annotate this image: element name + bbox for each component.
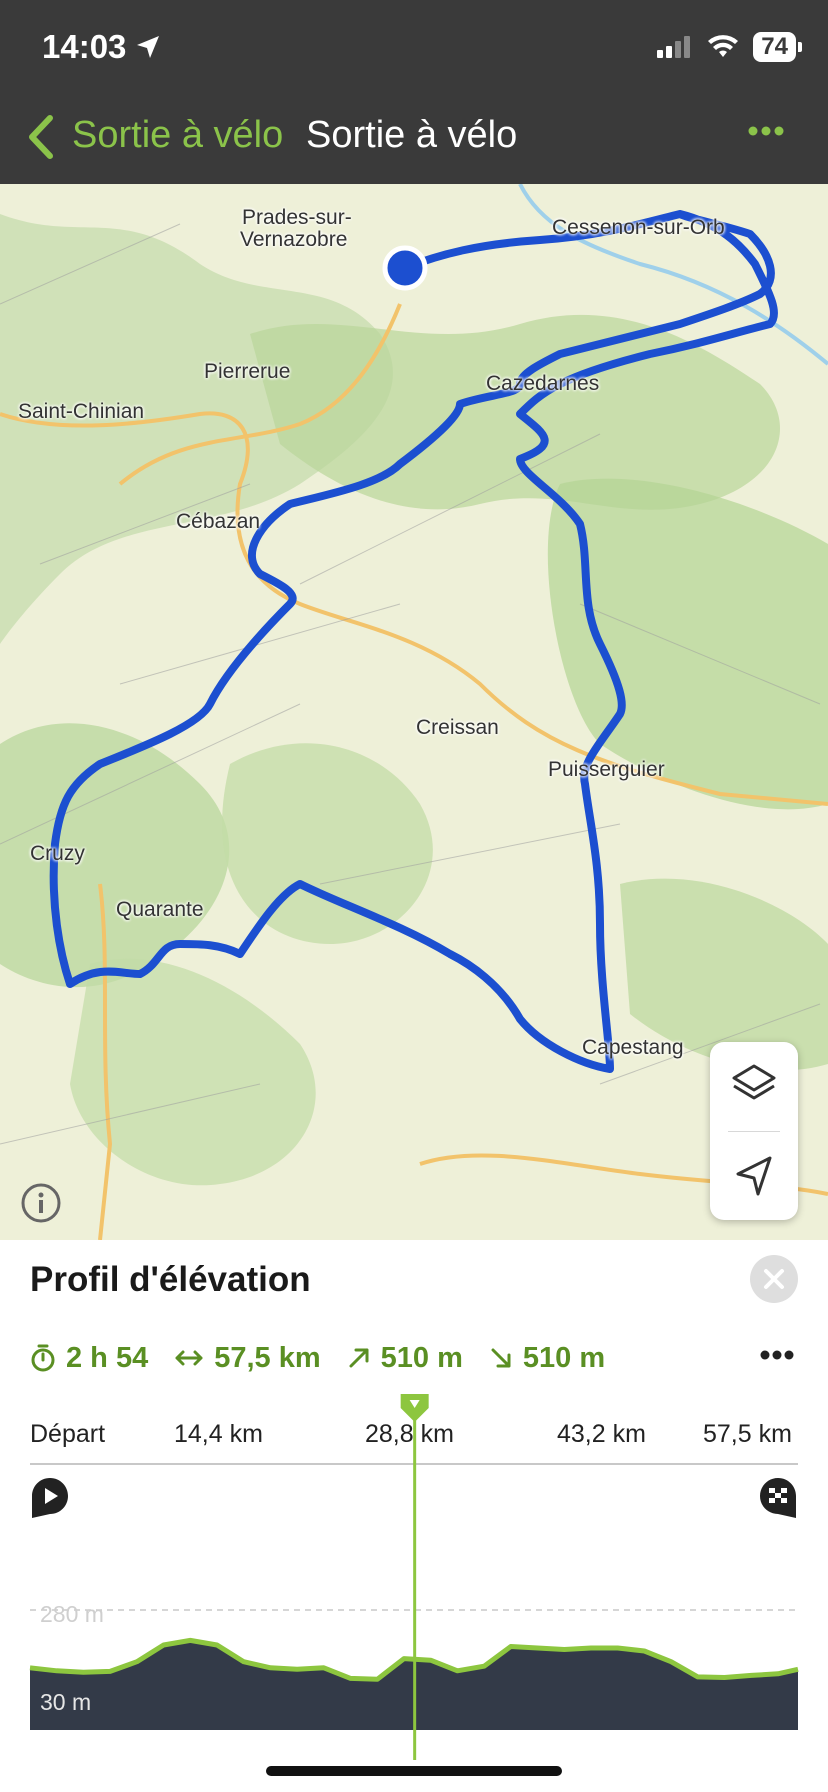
place-label: Cruzy bbox=[30, 842, 85, 865]
elevation-chart[interactable]: 280 m 30 m bbox=[0, 1390, 828, 1770]
descent-arrow-icon bbox=[491, 1348, 511, 1368]
distance-stat: 57,5 km bbox=[174, 1341, 321, 1375]
place-label: Prades-sur- bbox=[242, 206, 352, 229]
close-button[interactable] bbox=[750, 1255, 798, 1303]
status-time: 14:03 bbox=[42, 28, 127, 65]
map-controls bbox=[710, 1042, 798, 1220]
cellular-signal-icon bbox=[657, 36, 691, 58]
battery-indicator: 74 bbox=[753, 32, 802, 62]
place-label: Creissan bbox=[416, 716, 499, 739]
route-line bbox=[49, 210, 778, 1073]
duration-value: 2 h 54 bbox=[66, 1341, 149, 1374]
ascent-value: 510 m bbox=[380, 1341, 463, 1374]
distance-value: 57,5 km bbox=[214, 1341, 321, 1374]
route-map[interactable]: Prades-sur- Vernazobre Cessenon-sur-Orb … bbox=[0, 184, 828, 1240]
place-label: Vernazobre bbox=[240, 228, 348, 251]
top-bar: 14:03 74 Sortie à vélo Sortie à vélo bbox=[0, 0, 828, 184]
place-label: Cessenon-sur-Orb bbox=[552, 216, 725, 239]
place-label: Cazedarnes bbox=[486, 372, 600, 395]
more-options-icon[interactable] bbox=[748, 126, 784, 136]
stopwatch-icon bbox=[31, 1344, 55, 1372]
duration-stat: 2 h 54 bbox=[30, 1342, 148, 1375]
descent-value: 510 m bbox=[522, 1341, 606, 1374]
info-icon[interactable] bbox=[20, 1182, 62, 1224]
page-title: Sortie à vélo bbox=[306, 114, 518, 156]
ascent-stat: 510 m bbox=[347, 1342, 463, 1375]
y-tick-label: 280 m bbox=[40, 1601, 104, 1627]
stats-more-icon[interactable] bbox=[760, 1350, 794, 1360]
place-label: Pierrerue bbox=[204, 360, 291, 383]
place-label: Saint-Chinian bbox=[18, 400, 145, 423]
y-tick-label: 30 m bbox=[40, 1689, 91, 1715]
descent-stat: 510 m bbox=[489, 1342, 605, 1375]
close-icon bbox=[764, 1269, 784, 1289]
place-label: Capestang bbox=[582, 1036, 684, 1059]
home-indicator[interactable] bbox=[266, 1766, 562, 1776]
place-label: Quarante bbox=[116, 898, 204, 921]
panel-title: Profil d'élévation bbox=[30, 1260, 311, 1299]
ascent-arrow-icon bbox=[349, 1348, 369, 1368]
status-indicators: 74 bbox=[657, 32, 802, 62]
distance-arrows-icon bbox=[175, 1350, 203, 1366]
route-stats: 2 h 54 57,5 km 510 m 510 m bbox=[30, 1336, 631, 1380]
location-arrow-icon bbox=[137, 36, 159, 58]
place-label: Puisserguier bbox=[548, 758, 665, 781]
elevation-panel: Profil d'élévation 2 h 54 57,5 km 510 m bbox=[0, 1240, 828, 1792]
place-label: Cébazan bbox=[176, 510, 261, 533]
back-button[interactable]: Sortie à vélo bbox=[72, 114, 283, 157]
back-chevron-icon[interactable] bbox=[24, 114, 58, 160]
layers-icon[interactable] bbox=[710, 1042, 798, 1130]
nav-bar: Sortie à vélo Sortie à vélo bbox=[0, 104, 828, 168]
wifi-icon bbox=[708, 35, 739, 57]
locate-icon[interactable] bbox=[710, 1132, 798, 1220]
